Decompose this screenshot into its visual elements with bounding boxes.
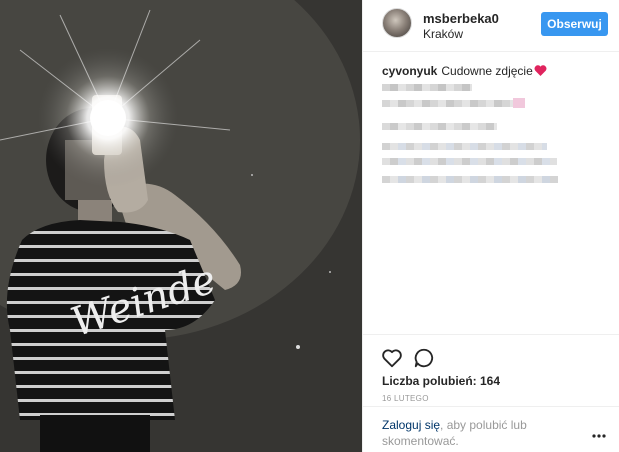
heart-emoji-icon [534,65,547,79]
more-options-icon[interactable] [592,433,606,439]
comment-bubble-icon[interactable] [413,347,435,369]
login-text: Zaloguj się, aby polubić lub skomentować… [382,417,582,449]
login-link[interactable]: Zaloguj się [382,418,440,432]
post-header: msberbeka0 Kraków Obserwuj [363,0,619,52]
post-photo[interactable]: Weinde [0,0,362,452]
redacted-line [382,158,557,165]
heart-outline-icon[interactable] [381,347,403,369]
follow-button[interactable]: Obserwuj [541,12,608,36]
redacted-line [382,100,524,107]
redacted-emoji [513,98,525,108]
comment-text: Cudowne zdjęcie [441,64,533,78]
redacted-line [382,123,497,130]
caption-comment: cyvonyuk Cudowne zdjęcie [382,64,547,79]
redacted-line [382,84,472,91]
post-date[interactable]: 16 LUTEGO [382,394,429,403]
username[interactable]: msberbeka0 [423,11,499,26]
comment-username[interactable]: cyvonyuk [382,64,437,78]
avatar[interactable] [382,8,412,38]
redacted-line [382,143,547,150]
post-sidebar: msberbeka0 Kraków Obserwuj cyvonyuk Cudow… [362,0,619,452]
photo-scene: Weinde [0,0,362,452]
location-link[interactable]: Kraków [423,27,463,41]
login-prompt: Zaloguj się, aby polubić lub skomentować… [363,406,619,452]
likes-count[interactable]: Liczba polubień: 164 [382,374,500,388]
post-actions: Liczba polubień: 164 16 LUTEGO Zaloguj s… [363,334,619,452]
redacted-line [382,176,558,183]
